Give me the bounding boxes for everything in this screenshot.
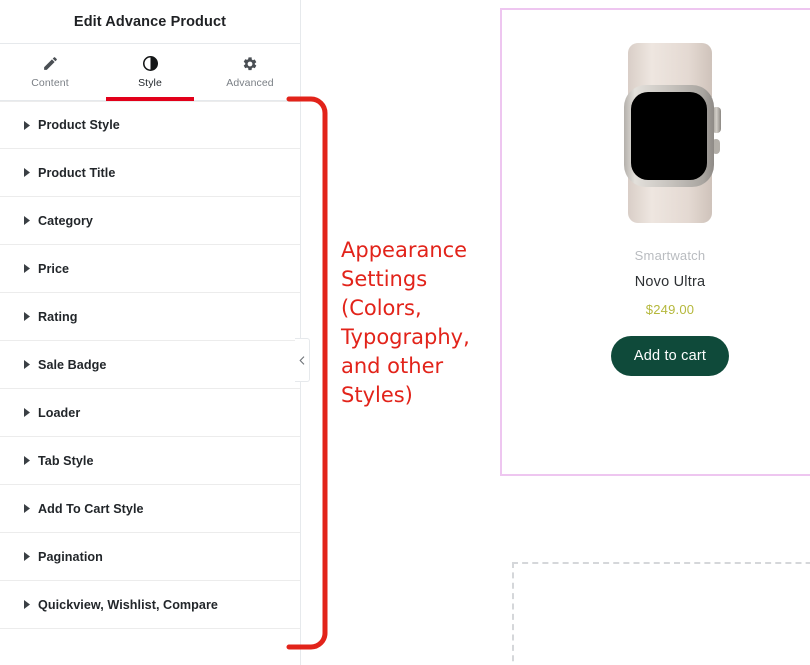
tab-style-label: Style	[138, 77, 162, 89]
tab-active-indicator	[106, 97, 194, 101]
empty-dropzone[interactable]	[512, 562, 810, 665]
chevron-right-icon	[24, 120, 36, 130]
page-title: Edit Advance Product	[73, 13, 227, 30]
section-product-style[interactable]: Product Style	[0, 101, 300, 149]
tab-advanced-label: Advanced	[226, 76, 274, 89]
section-rating[interactable]: Rating	[0, 293, 300, 341]
tab-content-label: Content	[31, 77, 69, 89]
section-loader[interactable]: Loader	[0, 389, 300, 437]
chevron-right-icon	[24, 168, 36, 177]
section-label: Price	[38, 261, 70, 276]
chevron-right-icon	[24, 504, 36, 513]
style-sections-accordion: Product Style Product Title Category Pri…	[0, 101, 300, 629]
product-card[interactable]: Smartwatch Novo Ultra $249.00 Add to car…	[500, 8, 810, 476]
section-label: Tab Style	[38, 453, 94, 468]
section-label: Sale Badge	[38, 357, 107, 372]
add-to-cart-button[interactable]: Add to cart	[610, 336, 730, 376]
section-price[interactable]: Price	[0, 245, 300, 293]
chevron-right-icon	[24, 360, 36, 369]
editor-panel: Edit Advance Product Content Style Advan…	[0, 0, 301, 665]
section-category[interactable]: Category	[0, 197, 300, 245]
section-product-title[interactable]: Product Title	[0, 149, 300, 197]
chevron-left-icon	[299, 355, 305, 365]
pencil-icon	[42, 55, 59, 72]
section-label: Rating	[38, 309, 78, 324]
annotation-label: Appearance Settings (Colors, Typography,…	[341, 238, 470, 407]
editor-tabs: Content Style Advanced	[0, 44, 300, 101]
panel-header: Edit Advance Product	[0, 0, 300, 44]
panel-collapse-handle[interactable]	[295, 338, 310, 382]
section-label: Product Style	[38, 118, 120, 132]
contrast-icon	[142, 55, 159, 72]
section-quickview-wishlist-compare[interactable]: Quickview, Wishlist, Compare	[0, 581, 300, 629]
tab-advanced[interactable]: Advanced	[200, 44, 300, 100]
app-root: Edit Advance Product Content Style Advan…	[0, 0, 810, 665]
section-add-to-cart-style[interactable]: Add To Cart Style	[0, 485, 300, 533]
product-title: Novo Ultra	[634, 274, 706, 290]
section-pagination[interactable]: Pagination	[0, 533, 300, 581]
section-label: Add To Cart Style	[38, 501, 144, 516]
section-tab-style[interactable]: Tab Style	[0, 437, 300, 485]
gear-icon	[242, 56, 258, 72]
section-label: Pagination	[38, 549, 103, 564]
smartwatch-product-image	[595, 40, 745, 232]
chevron-right-icon	[24, 552, 36, 561]
chevron-right-icon	[24, 600, 36, 609]
chevron-right-icon	[24, 408, 36, 417]
section-label: Product Title	[38, 165, 116, 180]
chevron-right-icon	[24, 312, 36, 321]
chevron-right-icon	[24, 264, 36, 273]
product-meta: Smartwatch Novo Ultra $249.00 Add to car…	[502, 248, 810, 376]
section-label: Category	[38, 213, 93, 228]
section-label: Loader	[38, 405, 81, 420]
tab-content[interactable]: Content	[0, 44, 100, 100]
tab-style[interactable]: Style	[100, 44, 200, 101]
section-sale-badge[interactable]: Sale Badge	[0, 341, 300, 389]
product-price: $249.00	[645, 302, 695, 317]
chevron-right-icon	[24, 216, 36, 225]
chevron-right-icon	[24, 456, 36, 465]
section-label: Quickview, Wishlist, Compare	[38, 597, 218, 612]
product-category: Smartwatch	[634, 248, 706, 263]
